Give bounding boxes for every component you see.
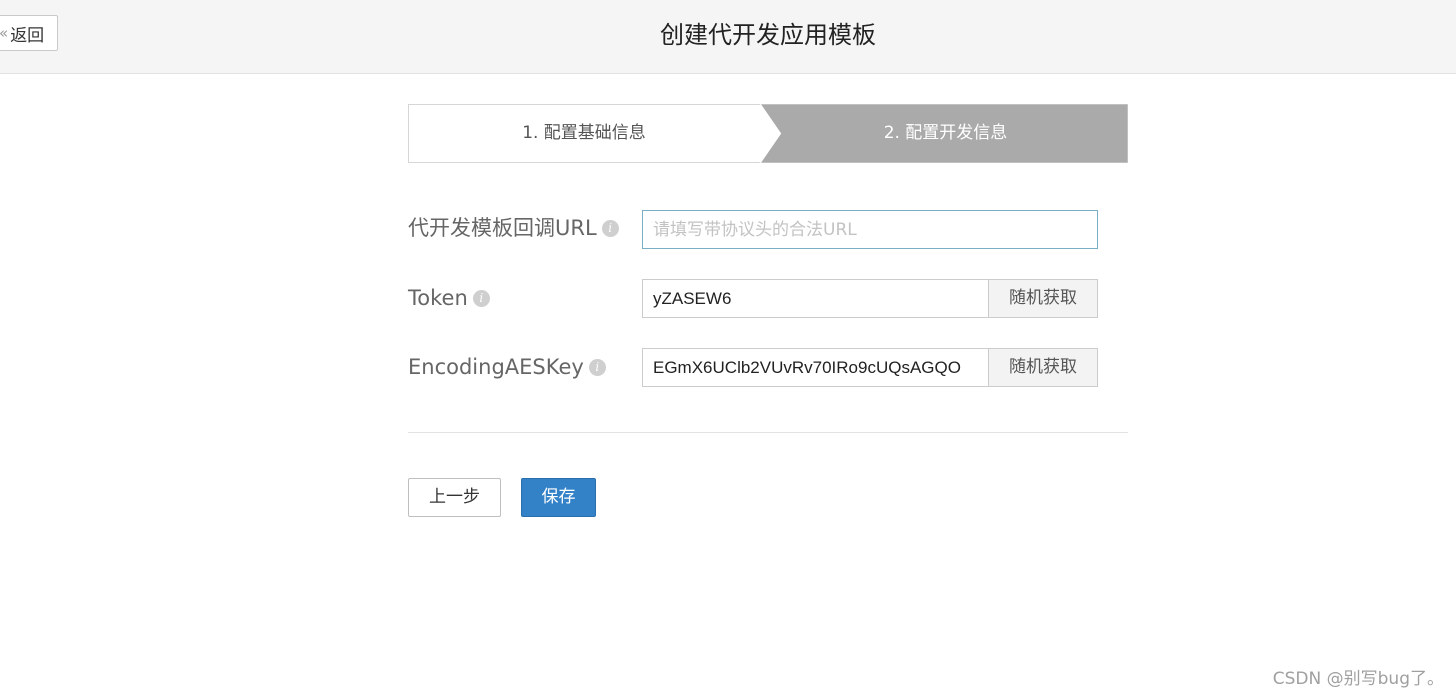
token-label-text: Token bbox=[408, 286, 468, 310]
back-button[interactable]: « 返回 bbox=[0, 15, 58, 51]
step-1-configure-basic[interactable]: 1. 配置基础信息 bbox=[408, 104, 760, 163]
previous-step-button[interactable]: 上一步 bbox=[408, 478, 501, 517]
info-icon[interactable]: i bbox=[601, 219, 619, 237]
top-bar: 创建代开发应用模板 « 返回 bbox=[0, 0, 1456, 74]
callback-url-input[interactable] bbox=[642, 210, 1098, 249]
aes-key-label-text: EncodingAESKey bbox=[408, 355, 584, 379]
info-icon[interactable]: i bbox=[588, 358, 606, 376]
token-field-label: Token i bbox=[408, 278, 490, 318]
token-input[interactable] bbox=[642, 279, 989, 318]
token-random-button[interactable]: 随机获取 bbox=[988, 279, 1098, 318]
url-field-label: 代开发模板回调URL i bbox=[408, 208, 619, 248]
form-divider bbox=[408, 432, 1128, 433]
encoding-aes-key-input[interactable] bbox=[642, 348, 989, 387]
aes-key-field-label: EncodingAESKey i bbox=[408, 347, 606, 387]
page-title: 创建代开发应用模板 bbox=[660, 21, 876, 49]
step-indicator: 1. 配置基础信息 2. 配置开发信息 bbox=[408, 104, 1128, 163]
step-2-configure-dev[interactable]: 2. 配置开发信息 bbox=[763, 104, 1128, 163]
url-label-text: 代开发模板回调URL bbox=[408, 216, 597, 240]
chevron-left-icon: « bbox=[0, 24, 8, 42]
aes-key-random-button[interactable]: 随机获取 bbox=[988, 348, 1098, 387]
watermark: CSDN @别写bug了。 bbox=[1272, 669, 1444, 689]
back-button-label: 返回 bbox=[10, 25, 45, 46]
info-icon[interactable]: i bbox=[472, 289, 490, 307]
save-button[interactable]: 保存 bbox=[521, 478, 596, 517]
